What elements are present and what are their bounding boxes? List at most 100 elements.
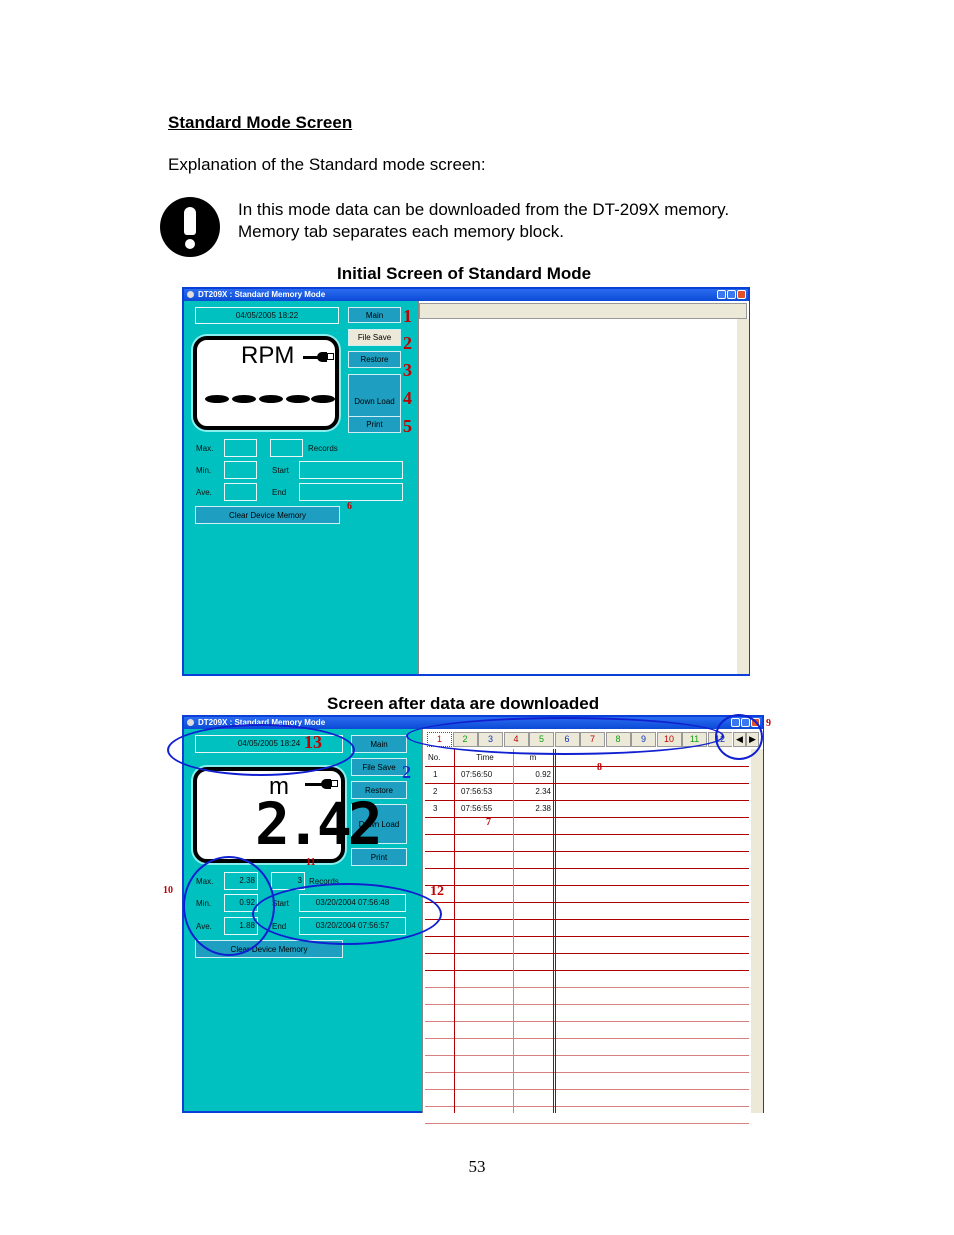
callout-13: 13 [304,732,322,752]
grid-column-line [553,749,554,1113]
table-cell: 07:56:50 [461,770,493,779]
max-field: 2.38 [224,872,258,890]
lcd-unit: RPM [241,342,295,369]
callout-12: 12 [430,884,444,899]
initial-screen-window: DT209X : Standard Memory Mode 04/05/2005… [182,287,750,676]
lcd-dash [232,395,256,403]
title-bar: DT209X : Standard Memory Mode [184,717,762,729]
grid-line [425,783,749,784]
close-button[interactable] [737,290,746,299]
memory-tab-11[interactable]: 11 [682,732,707,747]
callout-11: 11 [306,857,316,868]
memory-tab-10[interactable]: 10 [656,732,682,747]
lcd-dash [205,395,229,403]
table-cell: 1 [433,770,438,779]
ave-field: 1.88 [224,917,258,935]
grid-line [425,1004,749,1005]
table-cell: 07:56:53 [461,787,493,796]
intro-text: Explanation of the Standard mode screen: [168,155,486,174]
grid-line [425,834,749,835]
exclamation-circle-icon [160,197,220,257]
callout-2: 2 [403,333,412,353]
table-cell: 3 [433,804,438,813]
memory-tab-7[interactable]: 7 [580,732,605,747]
app-icon [187,719,194,726]
vertical-scrollbar[interactable] [737,319,749,674]
caption-after-download: Screen after data are downloaded [327,694,600,713]
max-label: Max. [196,877,214,886]
grid-line [425,800,749,801]
close-button[interactable] [751,718,760,727]
grid-line [425,1021,749,1022]
grid-line [425,987,749,988]
grid-line [425,970,749,971]
start-field: 03/20/2004 07:56:48 [299,894,406,912]
memory-tab-5[interactable]: 5 [529,732,554,747]
downloaded-screen-window: DT209X : Standard Memory Mode 04/05/2005… [182,715,764,1124]
callout-5: 5 [403,416,412,436]
title-bar: DT209X : Standard Memory Mode [184,289,748,301]
min-field [224,461,257,479]
maximize-button[interactable] [741,718,750,727]
callout-1: 1 [403,306,412,326]
max-label: Max. [196,444,214,453]
lcd-display: RPM [193,336,339,430]
clear-device-memory-button[interactable]: Clear Device Memory [195,940,343,958]
memory-tab-8[interactable]: 8 [605,732,631,747]
grid-line [425,1123,749,1124]
grid-line [425,1106,749,1107]
start-field [299,461,403,479]
restore-button[interactable]: Restore [348,351,401,368]
min-label: Min. [196,899,212,908]
clear-device-memory-button[interactable]: Clear Device Memory [195,506,340,524]
table-cell: 07:56:55 [461,804,493,813]
memory-tab-9[interactable]: 9 [631,732,656,747]
callout-4: 4 [403,388,412,408]
window-title: DT209X : Standard Memory Mode [198,290,326,299]
lcd-dash [259,395,283,403]
start-label: Start [272,899,289,908]
data-panel [418,301,749,674]
grid-line [425,817,749,818]
end-field [299,483,403,501]
lcd-display: m 2.42 [193,767,383,863]
records-label: Records [309,877,339,886]
grid-line [425,885,749,886]
main-button[interactable]: Main [351,735,407,753]
grid-line [425,1038,749,1039]
grid-line [425,919,749,920]
grid-line [425,1089,749,1090]
memory-tab-1[interactable]: 1 [427,732,452,747]
window-title: DT209X : Standard Memory Mode [198,718,326,727]
callout-6: 6 [347,501,352,512]
grid-line [425,766,749,767]
ave-label: Ave. [196,488,212,497]
lcd-dash [286,395,310,403]
table-cell: 2 [433,787,438,796]
memory-tab-6[interactable]: 6 [554,732,580,747]
minimize-button[interactable] [717,290,726,299]
app-icon [187,291,194,298]
file-save-button[interactable]: File Save [351,758,407,776]
maximize-button[interactable] [727,290,736,299]
callout-10: 10 [163,885,173,896]
minimize-button[interactable] [731,718,740,727]
end-label: End [272,922,287,931]
main-button[interactable]: Main [348,307,401,323]
memory-tab-4[interactable]: 4 [503,732,529,747]
note-line: Memory tab separates each memory block. [238,222,564,241]
table-cell: 2.34 [535,787,551,796]
arrow-right-icon[interactable]: ▶ [746,732,759,747]
table-header-cell: Time [476,753,494,762]
memory-tab-3[interactable]: 3 [478,732,503,747]
memory-tab-12[interactable]: 12 [707,732,732,747]
records-field: 3 [271,872,305,890]
grid-line [425,936,749,937]
print-button[interactable]: Print [348,416,401,433]
vertical-scrollbar[interactable] [751,749,763,1113]
arrow-left-icon[interactable]: ◀ [733,732,746,747]
table-cell: 0.92 [535,770,551,779]
memory-tab-2[interactable]: 2 [452,732,478,747]
file-save-button[interactable]: File Save [348,329,401,346]
lcd-value: 2.42 [255,790,383,858]
